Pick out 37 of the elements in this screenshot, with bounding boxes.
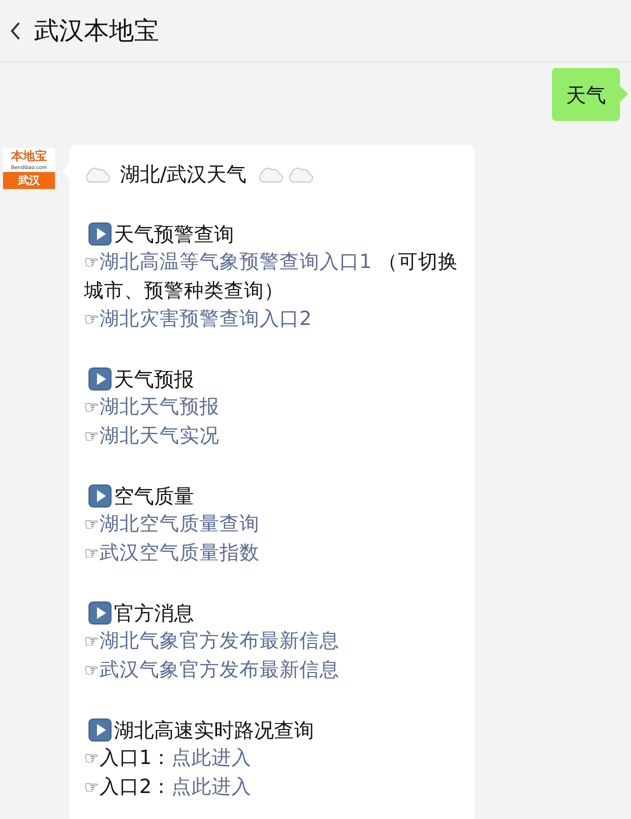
link[interactable]: 湖北高温等气象预警查询入口1 — [99, 250, 372, 273]
link[interactable]: 点此进入 — [172, 746, 252, 769]
message-line: ☞入口2：点此进入 — [84, 774, 253, 800]
play-icon — [88, 600, 112, 624]
link[interactable]: 点此进入 — [172, 775, 252, 798]
play-icon — [88, 222, 112, 246]
section-heading: 官方消息 — [114, 600, 194, 626]
section-heading: 湖北高速实时路况查询 — [114, 716, 314, 744]
message-line: ☞湖北灾害预警查询入口2 — [84, 306, 313, 332]
back-icon[interactable] — [8, 20, 22, 42]
message-line: ☞湖北高温等气象预警查询入口1 （可切换城市、预警种类查询） — [84, 249, 459, 304]
link[interactable]: 湖北天气实况 — [99, 424, 220, 447]
link[interactable]: 武汉空气质量指数 — [99, 541, 260, 564]
message-title: 湖北/武汉天气 — [120, 161, 247, 188]
cloud-icon — [84, 165, 110, 183]
play-icon — [88, 484, 112, 508]
message-line: ☞湖北天气实况 — [84, 423, 220, 449]
play-icon — [88, 366, 112, 390]
message-line: ☞湖北空气质量查询 — [84, 511, 260, 537]
message-line: ☞湖北天气预报 — [84, 394, 220, 420]
section-heading: 天气预报 — [114, 366, 194, 392]
cloud-icon — [256, 165, 283, 183]
message-line: ☞武汉气象官方发布最新信息 — [84, 657, 340, 683]
play-icon — [88, 718, 112, 742]
message-line: ☞湖北气象官方发布最新信息 — [84, 628, 340, 654]
cloud-icon — [286, 165, 313, 183]
section-heading: 空气质量 — [114, 482, 194, 510]
link[interactable]: 湖北空气质量查询 — [99, 512, 260, 535]
link[interactable]: 武汉气象官方发布最新信息 — [99, 658, 340, 681]
bubble-tail — [620, 86, 628, 102]
link[interactable]: 湖北气象官方发布最新信息 — [99, 629, 340, 652]
link[interactable]: 湖北天气预报 — [99, 395, 220, 418]
chat-title: 武汉本地宝 — [34, 14, 159, 47]
message-line: ☞武汉空气质量指数 — [84, 540, 260, 566]
link[interactable]: 湖北灾害预警查询入口2 — [99, 307, 312, 330]
section-heading: 天气预警查询 — [114, 220, 234, 248]
message-line: ☞入口1：点此进入 — [84, 745, 253, 771]
